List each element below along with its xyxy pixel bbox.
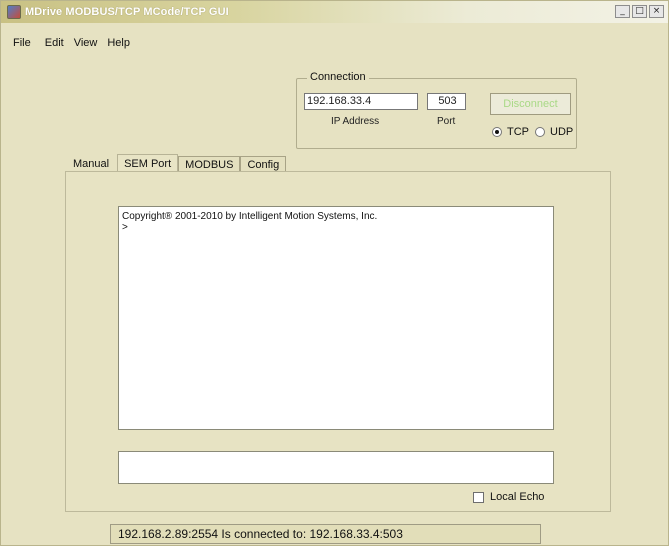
disconnect-button[interactable]: Disconnect — [490, 93, 571, 115]
window-controls: _ □ × — [615, 5, 664, 18]
local-echo-label: Local Echo — [490, 491, 545, 503]
ip-address-field[interactable]: 192.168.33.4 — [304, 93, 418, 110]
tcp-label: TCP — [507, 126, 529, 138]
console-line-copyright: Copyright® 2001-2010 by Intelligent Moti… — [122, 211, 378, 222]
status-bar: 192.168.2.89:2554 Is connected to: 192.1… — [110, 524, 541, 544]
title-bar[interactable]: MDrive MODBUS/TCP MCode/TCP GUI _ □ × — [1, 1, 668, 23]
port-label: Port — [437, 116, 456, 127]
menu-bar: File Edit View Help — [1, 37, 668, 53]
menu-help[interactable]: Help — [107, 37, 140, 53]
window-title: MDrive MODBUS/TCP MCode/TCP GUI — [25, 6, 229, 18]
ip-address-label: IP Address — [331, 116, 380, 127]
minimize-button[interactable]: _ — [615, 5, 630, 18]
tab-strip: Manual SEM Port MODBUS Config — [65, 153, 287, 173]
port-field[interactable]: 503 — [427, 93, 466, 110]
command-input[interactable] — [118, 451, 554, 484]
udp-label: UDP — [550, 126, 574, 138]
menu-file[interactable]: File — [1, 37, 45, 53]
tcp-radio[interactable] — [492, 127, 502, 137]
maximize-button[interactable]: □ — [632, 5, 647, 18]
local-echo-option[interactable]: Local Echo — [473, 491, 544, 503]
app-icon — [7, 5, 21, 19]
local-echo-checkbox[interactable] — [473, 491, 484, 503]
menu-edit[interactable]: Edit — [45, 37, 74, 53]
terminal-output[interactable]: Copyright® 2001-2010 by Intelligent Moti… — [118, 206, 554, 430]
app-window: MDrive MODBUS/TCP MCode/TCP GUI _ □ × Fi… — [0, 0, 669, 546]
close-button[interactable]: × — [649, 5, 664, 18]
udp-radio-option[interactable]: UDP — [535, 126, 573, 138]
udp-radio[interactable] — [535, 127, 545, 137]
connection-group-title: Connection — [307, 71, 369, 83]
tcp-radio-option[interactable]: TCP — [492, 126, 529, 138]
console-line-prompt: > — [122, 222, 128, 233]
menu-view[interactable]: View — [74, 37, 108, 53]
